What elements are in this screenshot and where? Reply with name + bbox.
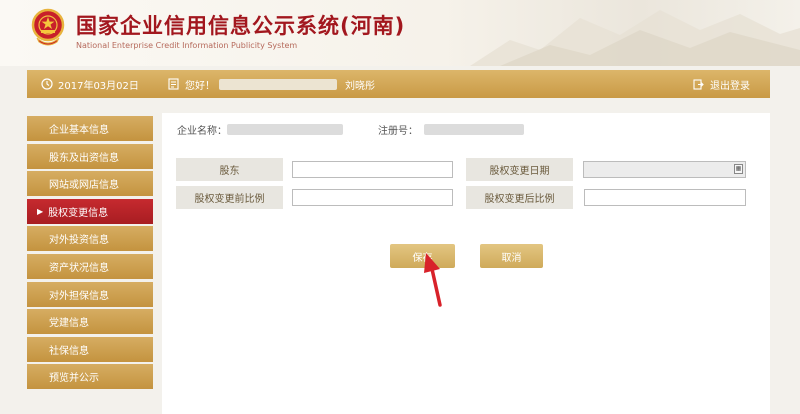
- sidebar-item-preview-publish[interactable]: 预览并公示: [27, 364, 153, 390]
- date-text: 2017年03月02日: [58, 80, 139, 92]
- change-date-input[interactable]: ▦: [583, 161, 746, 178]
- logout-label: 退出登录: [710, 80, 750, 92]
- sidebar-item-label: 企业基本信息: [49, 125, 109, 136]
- sidebar-item-label: 资产状况信息: [49, 262, 109, 274]
- user-icon: [168, 78, 179, 90]
- change-date-label: 股权变更日期: [466, 158, 573, 181]
- company-name-label: 企业名称：: [177, 126, 227, 137]
- sidebar-item-basic-info[interactable]: 企业基本信息: [27, 116, 153, 141]
- logout-link[interactable]: 退出登录: [693, 70, 750, 98]
- clock-icon: [41, 78, 53, 90]
- sidebar-item-websites[interactable]: 网站或网店信息: [27, 171, 153, 197]
- sidebar-item-label: 预览并公示: [49, 373, 99, 385]
- calendar-icon[interactable]: ▦: [734, 164, 743, 174]
- site-title: 国家企业信用信息公示系统(河南): [76, 14, 406, 38]
- national-emblem-icon: [31, 8, 65, 46]
- shareholder-label: 股东: [176, 158, 283, 181]
- sidebar-item-guarantees[interactable]: 对外担保信息: [27, 281, 153, 307]
- user-name: 刘晓彤: [345, 80, 375, 92]
- sidebar-item-assets[interactable]: 资产状况信息: [27, 253, 153, 279]
- sidebar-item-equity-change[interactable]: ▶ 股权变更信息: [27, 198, 153, 224]
- after-ratio-label: 股权变更后比例: [466, 186, 573, 209]
- logout-icon: [693, 78, 704, 90]
- greeting-text: 您好！: [185, 80, 215, 92]
- user-info-bar: 2017年03月02日 您好！ 刘晓彤 退出登录: [27, 70, 770, 98]
- shareholder-input[interactable]: [292, 161, 453, 178]
- sidebar-item-party-building[interactable]: 党建信息: [27, 309, 153, 335]
- registration-number-label: 注册号：: [378, 126, 418, 137]
- redacted-registration-number: [424, 124, 524, 135]
- user-greeting: 您好！: [168, 70, 337, 98]
- date-display: 2017年03月02日: [41, 70, 139, 98]
- sidebar-item-label: 社保信息: [49, 345, 89, 357]
- mountain-background: [470, 10, 800, 66]
- site-header: 国家企业信用信息公示系统(河南) National Enterprise Cre…: [0, 0, 800, 66]
- before-ratio-label: 股权变更前比例: [176, 186, 283, 209]
- sidebar-item-label: 党建信息: [49, 318, 89, 330]
- redacted-username-bar: [219, 78, 337, 90]
- before-ratio-input[interactable]: [292, 189, 453, 206]
- cancel-button[interactable]: 取消: [480, 244, 543, 268]
- sidebar-item-label: 网站或网店信息: [49, 180, 119, 192]
- sidebar-item-label: 股东及出资信息: [49, 152, 119, 164]
- registration-number-row: 注册号：: [378, 122, 524, 137]
- sidebar-item-shareholders[interactable]: 股东及出资信息: [27, 143, 153, 169]
- active-arrow-icon: ▶: [37, 206, 44, 216]
- sidebar-nav: 企业基本信息 股东及出资信息 网站或网店信息 ▶ 股权变更信息 对外投资信息 资产…: [27, 116, 153, 392]
- sidebar-item-social-security[interactable]: 社保信息: [27, 336, 153, 362]
- sidebar-item-label: 股权变更信息: [48, 207, 109, 219]
- sidebar-item-label: 对外投资信息: [49, 235, 109, 247]
- redacted-company-name: [227, 124, 343, 135]
- company-name-row: 企业名称：: [177, 122, 343, 137]
- red-arrow-pointer-icon: [424, 253, 442, 307]
- sidebar-item-investments[interactable]: 对外投资信息: [27, 226, 153, 252]
- site-subtitle: National Enterprise Credit Information P…: [76, 41, 298, 50]
- sidebar-item-label: 对外担保信息: [49, 290, 109, 302]
- after-ratio-input[interactable]: [584, 189, 746, 206]
